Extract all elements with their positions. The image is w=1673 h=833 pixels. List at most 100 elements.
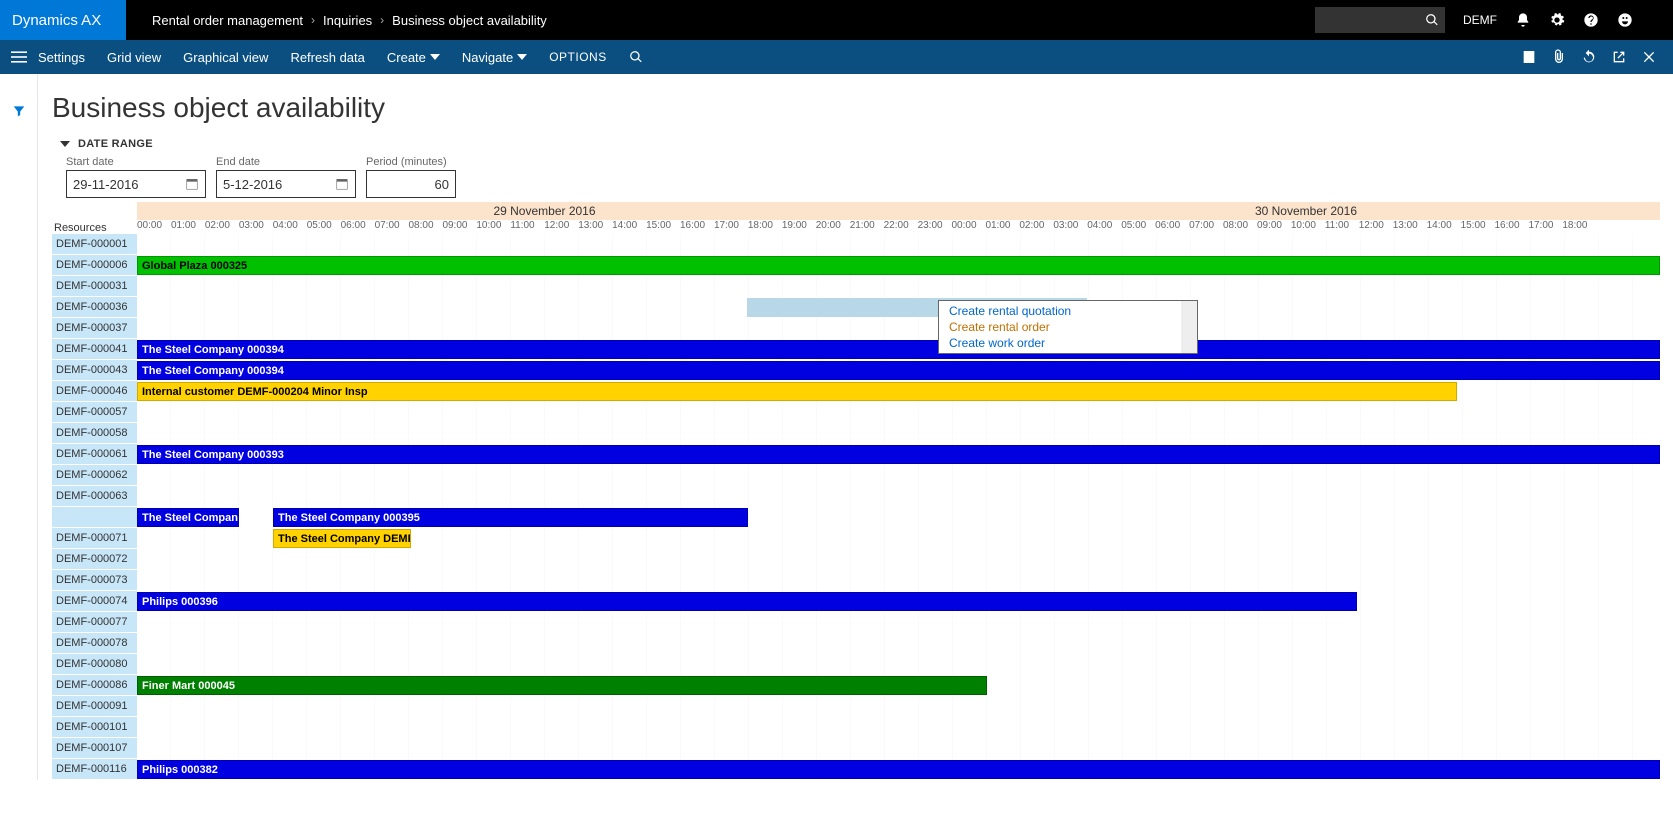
gantt-track[interactable] xyxy=(137,402,1663,423)
resource-cell[interactable]: DEMF-000001 xyxy=(52,234,137,255)
search-icon[interactable] xyxy=(629,50,643,64)
resource-cell[interactable]: DEMF-000077 xyxy=(52,612,137,633)
gantt-row[interactable]: DEMF-000080 xyxy=(52,654,1663,675)
bell-icon[interactable] xyxy=(1515,12,1531,28)
gantt-row[interactable]: DEMF-000063 xyxy=(52,486,1663,507)
gantt-track[interactable] xyxy=(137,612,1663,633)
action-create[interactable]: Create xyxy=(387,50,440,65)
gantt-bar[interactable]: The Steel Company 000393 xyxy=(137,445,1660,464)
resource-cell[interactable]: DEMF-000072 xyxy=(52,549,137,570)
gantt-row[interactable]: DEMF-000107 xyxy=(52,738,1663,759)
action-options[interactable]: OPTIONS xyxy=(549,50,607,64)
gantt-track[interactable] xyxy=(137,549,1663,570)
gantt-track[interactable] xyxy=(137,654,1663,675)
resource-cell[interactable]: DEMF-000043 xyxy=(52,360,137,381)
resource-cell[interactable]: DEMF-000074 xyxy=(52,591,137,612)
resource-cell[interactable]: DEMF-000046 xyxy=(52,381,137,402)
resource-cell[interactable]: DEMF-000041 xyxy=(52,339,137,360)
calendar-icon[interactable] xyxy=(185,177,199,191)
gantt-track[interactable]: The Steel Company 000394 xyxy=(137,360,1663,381)
ctx-create-work-order[interactable]: Create work order xyxy=(939,335,1197,351)
breadcrumb-item[interactable]: Rental order management xyxy=(152,13,303,28)
gantt-row[interactable]: DEMF-000057 xyxy=(52,402,1663,423)
gantt-row[interactable]: DEMF-000062 xyxy=(52,465,1663,486)
gantt-row[interactable]: DEMF-000046Internal customer DEMF-000204… xyxy=(52,381,1663,402)
ctx-create-rental-quotation[interactable]: Create rental quotation xyxy=(939,303,1197,319)
gantt-track[interactable] xyxy=(137,276,1663,297)
gantt-bar[interactable]: The Steel Company 000394 xyxy=(137,361,1660,380)
gantt-track[interactable]: Philips 000396 xyxy=(137,591,1663,612)
gantt-row[interactable]: DEMF-000073 xyxy=(52,570,1663,591)
resource-cell[interactable]: DEMF-000006 xyxy=(52,255,137,276)
gantt-track[interactable] xyxy=(137,423,1663,444)
gantt-row[interactable]: DEMF-000058 xyxy=(52,423,1663,444)
gantt-bar[interactable]: The Steel Company 000394 xyxy=(137,340,1660,359)
action-refresh-data[interactable]: Refresh data xyxy=(290,50,364,65)
resource-cell[interactable]: DEMF-000063 xyxy=(52,486,137,507)
gantt-row[interactable]: DEMF-000116Philips 000382 xyxy=(52,759,1663,780)
gantt-row[interactable]: DEMF-000001 xyxy=(52,234,1663,255)
action-graphical-view[interactable]: Graphical view xyxy=(183,50,268,65)
gantt-track[interactable]: The Steel Company DEMF xyxy=(137,528,1663,549)
gantt-row[interactable]: DEMF-000036 xyxy=(52,297,1663,318)
resource-cell[interactable]: DEMF-000031 xyxy=(52,276,137,297)
gantt-row[interactable]: DEMF-000086Finer Mart 000045 xyxy=(52,675,1663,696)
gantt-bar[interactable]: Finer Mart 000045 xyxy=(137,676,987,695)
company-label[interactable]: DEMF xyxy=(1463,13,1497,27)
action-navigate[interactable]: Navigate xyxy=(462,50,527,65)
section-header-date-range[interactable]: DATE RANGE xyxy=(52,138,1663,150)
brand[interactable]: Dynamics AX xyxy=(0,0,126,40)
gantt-track[interactable] xyxy=(137,738,1663,759)
period-input[interactable]: 60 xyxy=(366,170,456,198)
gantt-row[interactable]: DEMF-000037 xyxy=(52,318,1663,339)
gear-icon[interactable] xyxy=(1549,12,1565,28)
attach-icon[interactable] xyxy=(1551,49,1567,65)
gantt-track[interactable]: The Steel CompanThe Steel Company 000395 xyxy=(137,507,1663,528)
resource-cell[interactable]: DEMF-000101 xyxy=(52,717,137,738)
gantt-track[interactable]: Finer Mart 000045 xyxy=(137,675,1663,696)
resource-cell[interactable]: DEMF-000061 xyxy=(52,444,137,465)
gantt-track[interactable]: Global Plaza 000325 xyxy=(137,255,1663,276)
gantt-row[interactable]: DEMF-000043The Steel Company 000394 xyxy=(52,360,1663,381)
gantt-track[interactable]: Internal customer DEMF-000204 Minor Insp xyxy=(137,381,1663,402)
action-settings[interactable]: Settings xyxy=(38,50,85,65)
gantt-row[interactable]: DEMF-000006Global Plaza 000325 xyxy=(52,255,1663,276)
resource-cell[interactable]: DEMF-000107 xyxy=(52,738,137,759)
filter-icon[interactable] xyxy=(12,104,26,118)
calendar-icon[interactable] xyxy=(335,177,349,191)
gantt-track[interactable] xyxy=(137,633,1663,654)
smile-icon[interactable] xyxy=(1617,12,1633,28)
hamburger-button[interactable] xyxy=(0,40,38,74)
start-date-input[interactable]: 29-11-2016 xyxy=(66,170,206,198)
gantt-row[interactable]: DEMF-000031 xyxy=(52,276,1663,297)
help-icon[interactable] xyxy=(1583,12,1599,28)
resource-cell[interactable]: DEMF-000086 xyxy=(52,675,137,696)
breadcrumb-item[interactable]: Inquiries xyxy=(323,13,372,28)
gantt-track[interactable] xyxy=(137,696,1663,717)
resource-cell[interactable]: DEMF-000071 xyxy=(52,528,137,549)
resource-cell[interactable]: DEMF-000116 xyxy=(52,759,137,780)
resource-cell[interactable]: DEMF-000073 xyxy=(52,570,137,591)
gantt-row[interactable]: The Steel CompanThe Steel Company 000395 xyxy=(52,507,1663,528)
close-icon[interactable] xyxy=(1641,49,1657,65)
gantt-track[interactable] xyxy=(137,318,1663,339)
gantt-chart[interactable]: 29 November 2016 30 November 2016 Resour… xyxy=(52,202,1663,780)
resource-cell[interactable]: DEMF-000058 xyxy=(52,423,137,444)
gantt-track[interactable] xyxy=(137,297,1663,318)
resource-cell[interactable]: DEMF-000057 xyxy=(52,402,137,423)
refresh-icon[interactable] xyxy=(1581,49,1597,65)
gantt-track[interactable] xyxy=(137,234,1663,255)
resource-cell[interactable]: DEMF-000080 xyxy=(52,654,137,675)
popout-icon[interactable] xyxy=(1611,49,1627,65)
resource-cell[interactable]: DEMF-000091 xyxy=(52,696,137,717)
gantt-row[interactable]: DEMF-000101 xyxy=(52,717,1663,738)
gantt-row[interactable]: DEMF-000077 xyxy=(52,612,1663,633)
resource-cell[interactable] xyxy=(52,507,137,528)
gantt-track[interactable]: Philips 000382 xyxy=(137,759,1663,780)
office-icon[interactable] xyxy=(1521,49,1537,65)
gantt-row[interactable]: DEMF-000041The Steel Company 000394 xyxy=(52,339,1663,360)
gantt-bar[interactable]: Philips 000382 xyxy=(137,760,1660,779)
gantt-row[interactable]: DEMF-000072 xyxy=(52,549,1663,570)
gantt-row[interactable]: DEMF-000071The Steel Company DEMF xyxy=(52,528,1663,549)
gantt-track[interactable] xyxy=(137,570,1663,591)
